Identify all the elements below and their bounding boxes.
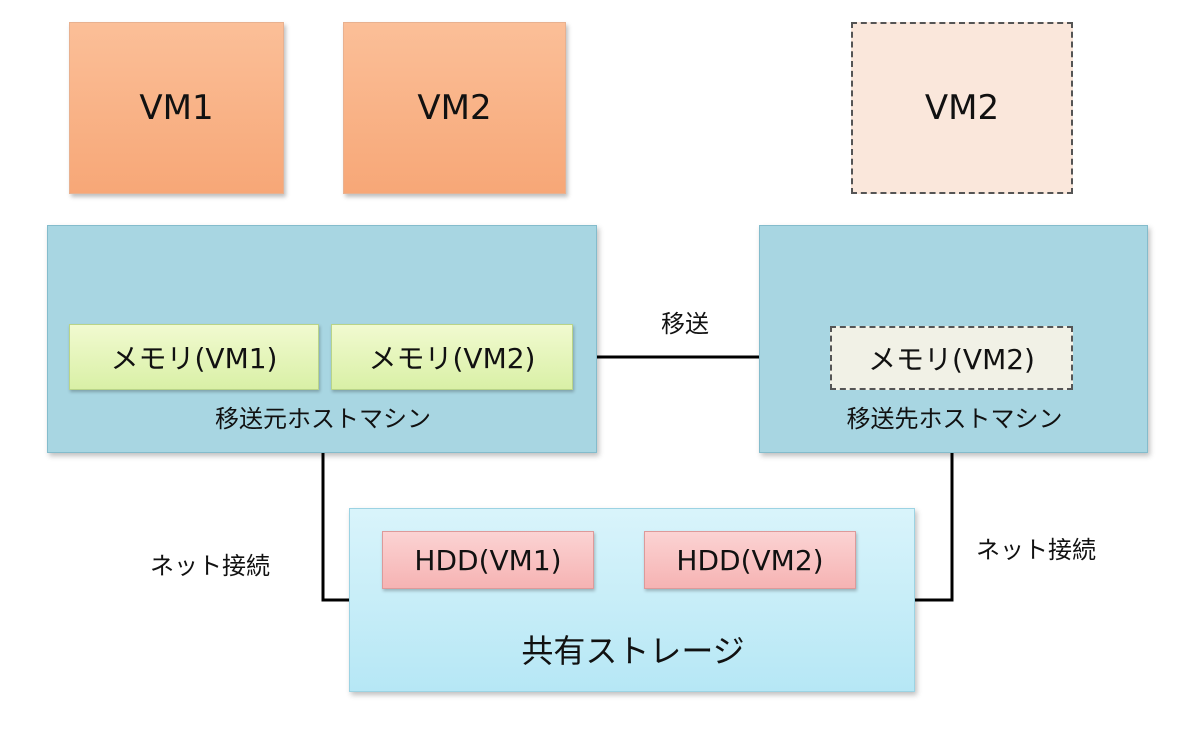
vm2-box: VM2 xyxy=(343,22,566,194)
vm1-box: VM1 xyxy=(69,22,284,194)
network-label-left: ネット接続 xyxy=(150,552,270,580)
network-line-right xyxy=(915,453,954,602)
source-memory-vm1-label: メモリ(VM1) xyxy=(110,342,278,375)
destination-host-machine: メモリ(VM2) 移送先ホストマシン xyxy=(759,225,1148,453)
vm2-label: VM2 xyxy=(417,88,492,128)
hdd-vm2-label: HDD(VM2) xyxy=(676,543,824,577)
source-memory-vm2: メモリ(VM2) xyxy=(331,324,573,390)
transfer-label: 移送 xyxy=(661,309,709,338)
shared-storage-label: 共有ストレージ xyxy=(521,632,745,670)
hdd-vm1: HDD(VM1) xyxy=(382,531,594,589)
vm2-destination-label: VM2 xyxy=(924,88,1000,128)
destination-memory-vm2: メモリ(VM2) xyxy=(830,326,1073,390)
vm1-label: VM1 xyxy=(139,88,214,128)
shared-storage: HDD(VM1) HDD(VM2) 共有ストレージ xyxy=(349,508,915,692)
source-memory-vm1: メモリ(VM1) xyxy=(69,324,319,390)
vm2-destination-box: VM2 xyxy=(851,22,1073,194)
network-label-right: ネット接続 xyxy=(976,536,1096,564)
destination-memory-vm2-label: メモリ(VM2) xyxy=(868,343,1035,376)
hdd-vm1-label: HDD(VM1) xyxy=(414,543,562,577)
destination-host-label: 移送先ホストマシン xyxy=(846,404,1063,433)
hdd-vm2: HDD(VM2) xyxy=(644,531,856,589)
source-memory-vm2-label: メモリ(VM2) xyxy=(368,342,536,375)
source-host-label: 移送元ホストマシン xyxy=(215,404,431,433)
network-line-left xyxy=(321,453,349,602)
source-host-machine: メモリ(VM1) メモリ(VM2) 移送元ホストマシン xyxy=(47,225,597,453)
